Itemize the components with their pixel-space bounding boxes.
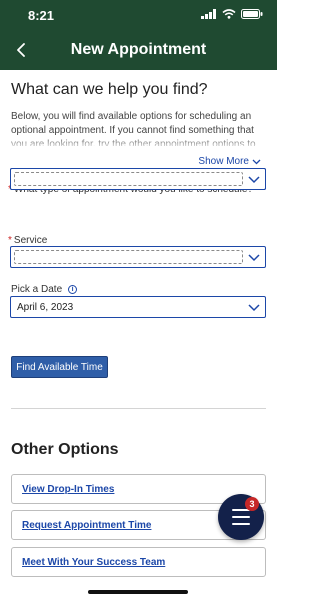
- chevron-down-icon: [248, 304, 260, 312]
- section-heading: What can we help you find?: [11, 81, 208, 98]
- info-icon[interactable]: i: [68, 285, 78, 294]
- divider: [11, 408, 266, 409]
- select-focus-outline: [14, 172, 243, 186]
- signal-icon: [201, 9, 216, 19]
- wifi-icon: [222, 9, 236, 19]
- page-title: New Appointment: [70, 41, 207, 58]
- date-label-text: Pick a Date: [11, 284, 63, 295]
- date-value: April 6, 2023: [17, 302, 74, 313]
- description-fade: [0, 136, 277, 150]
- status-icons: [201, 9, 263, 19]
- meet-with-success-team-link[interactable]: Meet With Your Success Team: [11, 547, 266, 577]
- service-label: * Service: [8, 235, 47, 246]
- status-time: 8:21: [28, 8, 55, 23]
- show-more-label: Show More: [198, 156, 249, 167]
- appointment-type-select[interactable]: [10, 168, 266, 190]
- menu-icon: [232, 509, 250, 525]
- service-select[interactable]: [10, 246, 266, 268]
- battery-icon: [241, 9, 263, 19]
- chevron-down-icon: [248, 254, 260, 262]
- date-select[interactable]: April 6, 2023: [10, 296, 266, 318]
- service-label-text: Service: [13, 235, 48, 246]
- find-available-time-button[interactable]: Find Available Time: [11, 356, 108, 378]
- chevron-down-icon: [252, 159, 261, 164]
- required-marker: *: [8, 235, 12, 246]
- request-appointment-time-label: Request Appointment Time: [22, 520, 152, 531]
- chevron-down-icon: [248, 176, 260, 184]
- meet-with-success-team-label: Meet With Your Success Team: [22, 557, 166, 568]
- home-indicator: [88, 590, 188, 594]
- date-label: Pick a Date i: [11, 284, 78, 295]
- view-drop-in-times-label: View Drop-In Times: [22, 484, 115, 495]
- status-bar: 8:21: [0, 0, 277, 30]
- select-focus-outline: [14, 250, 243, 264]
- notification-badge: 3: [245, 497, 259, 511]
- nav-bar: New Appointment: [0, 30, 277, 70]
- other-options-heading: Other Options: [11, 441, 119, 458]
- show-more-link[interactable]: Show More: [198, 156, 261, 167]
